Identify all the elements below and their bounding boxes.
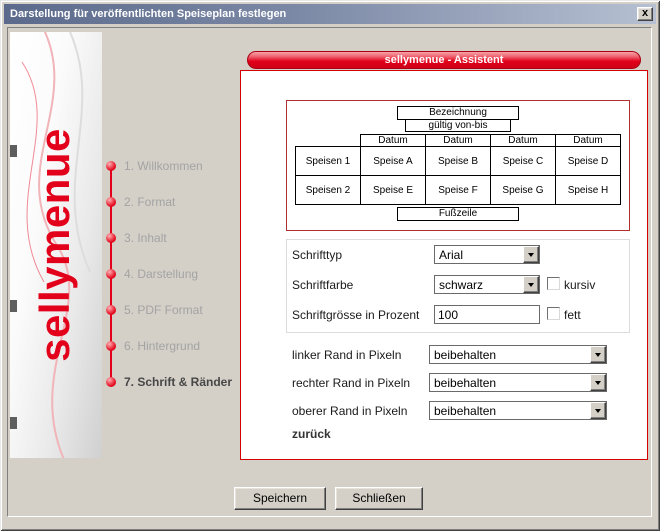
dropdown-arrow-icon[interactable]: [523, 276, 539, 293]
dropdown-arrow-icon[interactable]: [590, 402, 606, 419]
kursiv-checkbox[interactable]: [547, 277, 560, 290]
schriftgroesse-input[interactable]: [434, 305, 540, 324]
step-label: 4. Darstellung: [104, 256, 244, 292]
preview-empty-header: [296, 135, 361, 147]
wizard-step-6[interactable]: 6. Hintergrund: [104, 328, 244, 364]
preview-gueltig-box: gültig von-bis: [405, 119, 511, 132]
dropdown-arrow-icon[interactable]: [523, 246, 539, 263]
preview-row-2: Speisen 2 Speise E Speise F Speise G Spe…: [296, 176, 621, 205]
titlebar[interactable]: Darstellung für veröffentlichten Speisep…: [4, 4, 656, 24]
oberer-rand-label: oberer Rand in Pixeln: [292, 404, 407, 418]
preview-cell: Speise D: [556, 147, 621, 176]
close-icon[interactable]: x: [637, 7, 653, 21]
wizard-steps: 1. Willkommen 2. Format 3. Inhalt 4. Dar…: [104, 148, 244, 400]
assistant-header: sellymenue - Assistent: [247, 51, 641, 69]
preview-bezeichnung-box: Bezeichnung: [397, 106, 519, 120]
preview-cell: Speise C: [491, 147, 556, 176]
linker-rand-select[interactable]: beibehalten: [429, 345, 607, 364]
preview-cell: Speise E: [361, 176, 426, 205]
sellymenue-logo: sellymenue: [31, 35, 81, 455]
step-label: 5. PDF Format: [104, 292, 244, 328]
schriftfarbe-label: Schriftfarbe: [292, 278, 353, 292]
schriftfarbe-select[interactable]: schwarz: [434, 275, 540, 294]
preview-cell: Speise F: [426, 176, 491, 205]
rechter-rand-selected-value: beibehalten: [434, 376, 588, 390]
preview-col-header: Datum: [426, 135, 491, 147]
assistant-panel: sellymenue - Assistent Bezeichnung gülti…: [240, 70, 648, 460]
zurueck-link[interactable]: zurück: [292, 427, 331, 441]
sidebar-square-decoration: [10, 145, 17, 157]
sidebar-square-decoration: [10, 300, 17, 312]
fett-checkbox[interactable]: [547, 307, 560, 320]
step-label: 6. Hintergrund: [104, 328, 244, 364]
fett-label: fett: [564, 308, 581, 322]
linker-rand-label: linker Rand in Pixeln: [292, 348, 401, 362]
preview-col-header: Datum: [556, 135, 621, 147]
preview-fusszeile-box: Fußzeile: [397, 207, 519, 221]
preview-row-header: Speisen 2: [296, 176, 361, 205]
window-title: Darstellung für veröffentlichten Speisep…: [4, 8, 286, 20]
preview-cell: Speise H: [556, 176, 621, 205]
step-bullet-icon: [106, 269, 116, 279]
schriftgroesse-label: Schriftgrösse in Prozent: [292, 308, 419, 322]
preview-col-header: Datum: [491, 135, 556, 147]
linker-rand-selected-value: beibehalten: [434, 348, 588, 362]
wizard-step-1[interactable]: 1. Willkommen: [104, 148, 244, 184]
preview-table: Datum Datum Datum Datum Speisen 1 Speise…: [295, 134, 621, 205]
oberer-rand-selected-value: beibehalten: [434, 404, 588, 418]
wizard-step-5[interactable]: 5. PDF Format: [104, 292, 244, 328]
dropdown-arrow-icon[interactable]: [590, 374, 606, 391]
step-bullet-icon: [106, 233, 116, 243]
dialog-content: sellymenue 1. Willkommen 2. Format 3. In…: [7, 27, 652, 517]
preview-cell: Speise B: [426, 147, 491, 176]
step-bullet-icon: [106, 161, 116, 171]
kursiv-label: kursiv: [564, 278, 595, 292]
wizard-step-3[interactable]: 3. Inhalt: [104, 220, 244, 256]
rechter-rand-select[interactable]: beibehalten: [429, 373, 607, 392]
step-bullet-icon: [106, 377, 116, 387]
rechter-rand-label: rechter Rand in Pixeln: [292, 376, 410, 390]
preview-cell: Speise A: [361, 147, 426, 176]
step-label: 1. Willkommen: [104, 148, 244, 184]
step-label: 3. Inhalt: [104, 220, 244, 256]
preview-col-header: Datum: [361, 135, 426, 147]
sidebar-artwork: sellymenue: [10, 32, 102, 458]
schrifttyp-selected-value: Arial: [439, 248, 521, 262]
schliessen-button[interactable]: Schließen: [335, 487, 423, 510]
step-bullet-icon: [106, 197, 116, 207]
oberer-rand-select[interactable]: beibehalten: [429, 401, 607, 420]
step-label: 2. Format: [104, 184, 244, 220]
step-bullet-icon: [106, 305, 116, 315]
preview-row-1: Speisen 1 Speise A Speise B Speise C Spe…: [296, 147, 621, 176]
wizard-step-4[interactable]: 4. Darstellung: [104, 256, 244, 292]
speichern-button[interactable]: Speichern: [234, 487, 326, 510]
sidebar-square-decoration: [10, 417, 17, 429]
preview-header-row: Datum Datum Datum Datum: [296, 135, 621, 147]
layout-preview: Bezeichnung gültig von-bis Datum Datum D…: [286, 100, 630, 231]
step-label: 7. Schrift & Ränder: [104, 364, 244, 400]
wizard-step-7-active[interactable]: 7. Schrift & Ränder: [104, 364, 244, 400]
schriftfarbe-selected-value: schwarz: [439, 278, 521, 292]
dropdown-arrow-icon[interactable]: [590, 346, 606, 363]
schrifttyp-select[interactable]: Arial: [434, 245, 540, 264]
schrifttyp-label: Schrifttyp: [292, 248, 342, 262]
step-bullet-icon: [106, 341, 116, 351]
preview-row-header: Speisen 1: [296, 147, 361, 176]
dialog-window: Darstellung für veröffentlichten Speisep…: [0, 0, 660, 531]
wizard-step-2[interactable]: 2. Format: [104, 184, 244, 220]
preview-cell: Speise G: [491, 176, 556, 205]
